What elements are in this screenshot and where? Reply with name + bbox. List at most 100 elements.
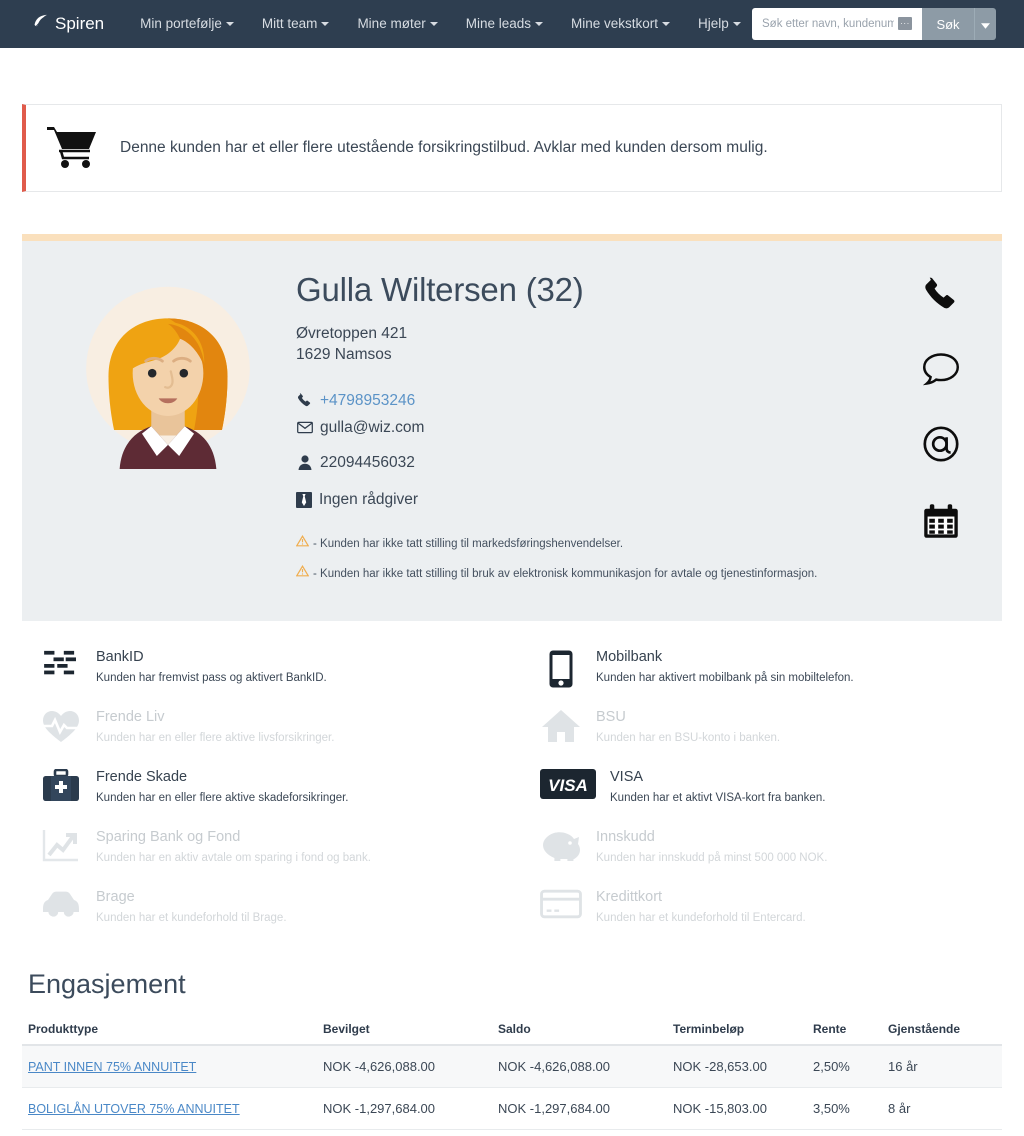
svg-text:VISA: VISA bbox=[548, 776, 588, 795]
nav-item-mine-leads[interactable]: Mine leads bbox=[452, 0, 557, 48]
speech-bubble-icon[interactable] bbox=[922, 352, 960, 391]
feature-title: Kredittkort bbox=[596, 889, 663, 905]
search-dropdown-toggle[interactable] bbox=[974, 8, 996, 40]
cell-gjenstaende: 16 år bbox=[882, 1045, 1002, 1088]
nav-item-mitt-team[interactable]: Mitt team bbox=[248, 0, 344, 48]
phone-row[interactable]: +4798953246 bbox=[296, 387, 976, 414]
envelope-icon bbox=[296, 421, 313, 434]
piggy-bank-icon bbox=[540, 827, 582, 861]
insurance-offer-alert: Denne kunden har et eller flere uteståen… bbox=[22, 104, 1002, 192]
navbar-links: Min portefølje Mitt team Mine møter Mine… bbox=[126, 0, 755, 48]
leaf-icon bbox=[32, 13, 49, 35]
nav-item-min-portefolje[interactable]: Min portefølje bbox=[126, 0, 248, 48]
feature-title: Innskudd bbox=[596, 829, 655, 845]
email-address: gulla@wiz.com bbox=[320, 419, 425, 436]
customer-name: Gulla Wiltersen (32) bbox=[296, 271, 584, 308]
feature-desc: Kunden har innskudd på minst 500 000 NOK… bbox=[596, 852, 828, 864]
feature-desc: Kunden har en eller flere aktive livsfor… bbox=[96, 732, 335, 744]
chevron-down-icon bbox=[535, 22, 543, 26]
product-feature-grid: BankID Kunden har fremvist pass og aktiv… bbox=[22, 647, 1002, 947]
nav-item-mine-moter[interactable]: Mine møter bbox=[343, 0, 451, 48]
phone-icon bbox=[296, 393, 313, 408]
quick-actions bbox=[922, 277, 960, 545]
product-link[interactable]: PANT INNEN 75% ANNUITET bbox=[28, 1060, 196, 1074]
feature-desc: Kunden har et aktivt VISA-kort fra banke… bbox=[610, 792, 826, 804]
advisor-value: Ingen rådgiver bbox=[319, 491, 419, 508]
search-input[interactable] bbox=[752, 8, 922, 40]
feature-title: Frende Liv bbox=[96, 709, 165, 725]
house-icon bbox=[540, 707, 582, 743]
column-header-produkttype: Produkttype bbox=[22, 1014, 317, 1046]
warning-item: - Kunden har ikke tatt stilling til bruk… bbox=[295, 564, 976, 583]
customer-profile-card: Gulla Wiltersen (32) Øvretoppen 421 1629… bbox=[22, 234, 1002, 621]
visa-logo-icon: VISA bbox=[540, 767, 596, 799]
chevron-down-icon bbox=[225, 22, 234, 26]
cell-bevilget: NOK -4,626,088.00 bbox=[317, 1045, 492, 1088]
cell-rente: 2,50% bbox=[807, 1045, 882, 1088]
warning-triangle-icon bbox=[295, 564, 310, 583]
cell-gjenstaende: 8 år bbox=[882, 1087, 1002, 1130]
feature-frende-liv: Frende Liv Kunden har en eller flere akt… bbox=[22, 707, 502, 767]
ssn-row: 22094456032 bbox=[296, 449, 976, 476]
engagement-table: Produkttype Bevilget Saldo Terminbeløp R… bbox=[22, 1014, 1002, 1130]
phone-icon[interactable] bbox=[923, 277, 959, 318]
car-icon bbox=[40, 887, 82, 917]
feature-desc: Kunden har en aktiv avtale om sparing i … bbox=[96, 852, 371, 864]
feature-visa: VISA VISA Kunden har et aktivt VISA-kort… bbox=[522, 767, 1002, 827]
nav-item-mine-vekstkort[interactable]: Mine vekstkort bbox=[557, 0, 684, 48]
ssn-value: 22094456032 bbox=[320, 454, 415, 471]
chevron-down-icon bbox=[732, 22, 741, 26]
avatar bbox=[86, 286, 250, 469]
feature-kredittkort: Kredittkort Kunden har et kundeforhold t… bbox=[522, 887, 1002, 947]
feature-desc: Kunden har fremvist pass og aktivert Ban… bbox=[96, 672, 327, 684]
feature-desc: Kunden har aktivert mobilbank på sin mob… bbox=[596, 672, 854, 684]
brand-logo[interactable]: Spiren bbox=[32, 13, 104, 35]
at-sign-icon[interactable] bbox=[922, 425, 960, 468]
warning-text: - Kunden har ikke tatt stilling til mark… bbox=[313, 538, 624, 550]
first-aid-kit-icon bbox=[40, 767, 82, 803]
cell-saldo: NOK -4,626,088.00 bbox=[492, 1045, 667, 1088]
feature-sparing-bank-og-fond: Sparing Bank og Fond Kunden har en aktiv… bbox=[22, 827, 502, 887]
feature-mobilbank: Mobilbank Kunden har aktivert mobilbank … bbox=[522, 647, 1002, 707]
search-button[interactable]: Søk bbox=[922, 8, 974, 40]
feature-title: Brage bbox=[96, 889, 135, 905]
chevron-down-icon bbox=[429, 22, 438, 26]
feature-title: BSU bbox=[596, 709, 626, 725]
column-header-rente: Rente bbox=[807, 1014, 882, 1046]
feature-title: Sparing Bank og Fond bbox=[96, 829, 241, 845]
contact-block: +4798953246 gulla@wiz.com 22094456032 In… bbox=[296, 387, 976, 513]
feature-title: Frende Skade bbox=[96, 769, 188, 785]
product-link[interactable]: BOLIGLÅN UTOVER 75% ANNUITET bbox=[28, 1102, 240, 1116]
cell-rente: 3,50% bbox=[807, 1087, 882, 1130]
column-header-saldo: Saldo bbox=[492, 1014, 667, 1046]
warning-triangle-icon bbox=[295, 534, 310, 553]
cell-terminbelop: NOK -15,803.00 bbox=[667, 1087, 807, 1130]
feature-bsu: BSU Kunden har en BSU-konto i banken. bbox=[522, 707, 1002, 767]
page-content: Denne kunden har et eller flere uteståen… bbox=[0, 104, 1024, 1130]
phone-number[interactable]: +4798953246 bbox=[320, 387, 415, 414]
feature-title: BankID bbox=[96, 649, 144, 665]
alert-message: Denne kunden har et eller flere uteståen… bbox=[120, 139, 768, 156]
cell-terminbelop: NOK -28,653.00 bbox=[667, 1045, 807, 1088]
feature-desc: Kunden har et kundeforhold til Entercard… bbox=[596, 912, 806, 924]
feature-brage: Brage Kunden har et kundeforhold til Bra… bbox=[22, 887, 502, 947]
feature-desc: Kunden har en BSU-konto i banken. bbox=[596, 732, 781, 744]
feature-frende-skade: Frende Skade Kunden har en eller flere a… bbox=[22, 767, 502, 827]
consent-warnings: - Kunden har ikke tatt stilling til mark… bbox=[295, 534, 976, 583]
mobile-phone-icon bbox=[540, 647, 582, 689]
feature-title: VISA bbox=[610, 769, 644, 785]
chevron-down-icon bbox=[662, 22, 671, 26]
chart-growth-icon bbox=[40, 827, 82, 863]
shopping-cart-icon bbox=[46, 123, 98, 174]
feature-innskudd: Innskudd Kunden har innskudd på minst 50… bbox=[522, 827, 1002, 887]
table-row: BOLIGLÅN UTOVER 75% ANNUITET NOK -1,297,… bbox=[22, 1087, 1002, 1130]
navbar-search: ··· Søk bbox=[752, 8, 996, 40]
column-header-bevilget: Bevilget bbox=[317, 1014, 492, 1046]
calendar-icon[interactable] bbox=[922, 502, 960, 545]
advisor-tie-icon bbox=[296, 491, 312, 508]
cell-bevilget: NOK -1,297,684.00 bbox=[317, 1087, 492, 1130]
feature-title: Mobilbank bbox=[596, 649, 663, 665]
nav-item-hjelp[interactable]: Hjelp bbox=[684, 0, 755, 48]
column-header-gjenstaende: Gjenstående bbox=[882, 1014, 1002, 1046]
email-row[interactable]: gulla@wiz.com bbox=[296, 414, 976, 441]
